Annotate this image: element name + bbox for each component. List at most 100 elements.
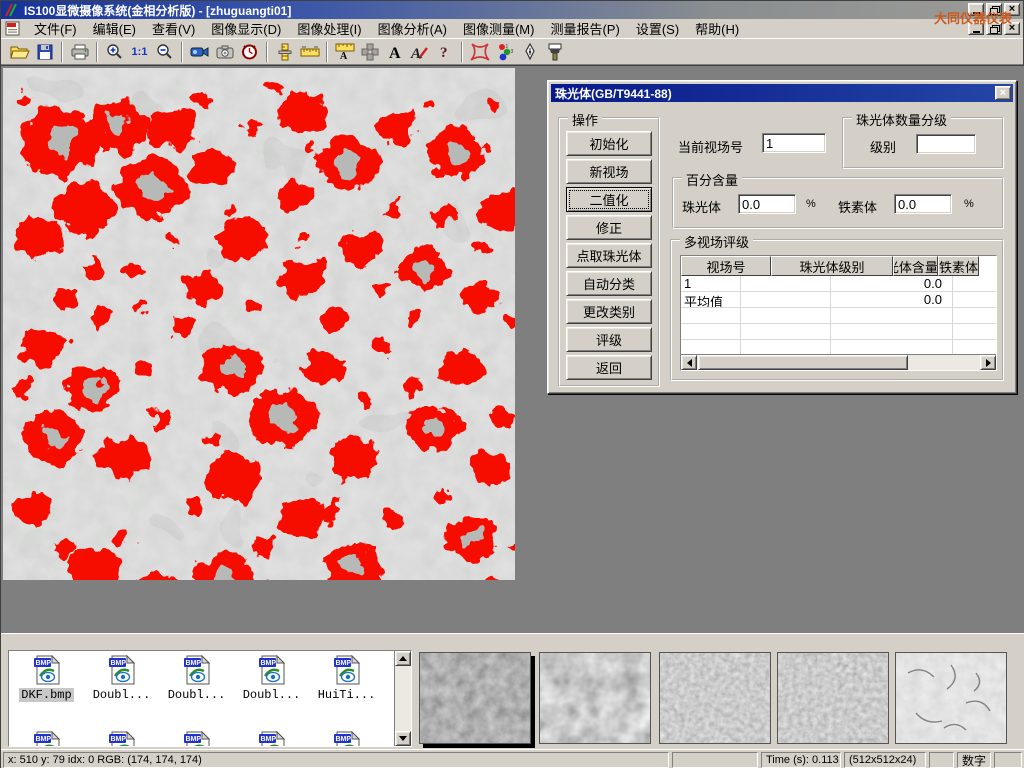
menu-bar: 文件(F)编辑(E)查看(V)图像显示(D)图像处理(I)图像分析(A)图像测量… [1,19,1023,39]
timer-clock-icon[interactable] [237,40,262,64]
thumbnail-2[interactable] [539,652,651,744]
file-item[interactable] [84,731,159,747]
operation-button[interactable]: 点取珠光体 [566,243,652,268]
caliper-icon[interactable] [272,40,297,64]
table-row[interactable] [681,324,996,340]
file-item[interactable] [9,731,84,747]
scroll-up-icon[interactable] [395,651,411,666]
text-tool-icon[interactable]: A [382,40,407,64]
ruler-icon[interactable] [297,40,322,64]
menu-item[interactable]: 查看(V) [144,17,203,40]
bmp-file-icon [34,655,60,686]
ferrite-percent-input[interactable] [894,194,952,214]
file-label: Doubl... [241,688,303,702]
current-view-label: 当前视场号 [678,137,743,156]
percent-group-label: 百分含量 [682,170,742,189]
file-item[interactable]: DKF.bmp [9,655,84,702]
grade-label: 级别 [870,137,896,156]
measure-text-icon[interactable]: A [332,40,357,64]
operation-button[interactable]: 新视场 [566,159,652,184]
file-vscrollbar[interactable] [394,651,411,746]
file-label: HuiTi... [316,688,378,702]
table-header: 视场号珠光体级别珠光体含量(%)铁素体 [681,256,996,276]
pearlite-label: 珠光体 [682,197,721,216]
micrograph-image[interactable] [3,68,515,580]
multiview-group-label: 多视场评级 [680,232,753,251]
status-image-size: (512x512x24) [844,752,926,768]
merge-grid-icon[interactable] [357,40,382,64]
toolbar-separator [266,42,268,62]
menu-item[interactable]: 设置(S) [628,17,687,40]
dialog-title-bar[interactable]: 珠光体(GB/T9441-88) × [551,84,1013,102]
document-icon[interactable] [5,21,21,36]
svg-text:A: A [389,45,401,60]
file-item[interactable]: Doubl... [159,655,234,702]
thumbnail-5[interactable] [895,652,1007,744]
save-icon[interactable] [32,40,57,64]
file-item[interactable] [159,731,234,747]
file-item[interactable]: Doubl... [84,655,159,702]
operation-button[interactable]: 初始化 [566,131,652,156]
menu-item[interactable]: 文件(F) [26,17,85,40]
operation-button[interactable]: 修正 [566,215,652,240]
grade-input[interactable] [916,134,976,154]
status-time: Time (s): 0.113 [761,752,841,768]
menu-item[interactable]: 帮助(H) [687,17,747,40]
open-file-icon[interactable] [7,40,32,64]
status-bar: x: 510 y: 79 idx: 0 RGB: (174, 174, 174)… [1,749,1024,768]
zoom-in-icon[interactable] [102,40,127,64]
current-view-input[interactable] [762,133,826,153]
file-item[interactable]: HuiTi... [309,655,384,702]
operation-button[interactable]: 更改类别 [566,299,652,324]
operation-button[interactable]: 评级 [566,327,652,352]
hscroll-thumb[interactable] [698,355,908,370]
dialog-close-icon[interactable]: × [995,86,1011,100]
pen-tool-icon[interactable] [517,40,542,64]
menu-item[interactable]: 编辑(E) [85,17,144,40]
file-item[interactable] [234,731,309,747]
menu-item[interactable]: 图像测量(M) [455,17,543,40]
thumbnail-4[interactable] [777,652,889,744]
print-icon[interactable] [67,40,92,64]
file-item[interactable] [309,731,384,747]
classify-points-icon[interactable]: 13 [492,40,517,64]
camera-icon[interactable] [212,40,237,64]
table-row[interactable] [681,340,996,354]
table-row[interactable] [681,308,996,324]
table-hscrollbar[interactable] [681,354,996,370]
pearlite-percent-sign: % [806,198,816,210]
grade-group-label: 珠光体数量分级 [852,110,951,129]
toolbar-separator [181,42,183,62]
edit-annotation-icon[interactable]: A [407,40,432,64]
menu-item[interactable]: 图像处理(I) [289,17,369,40]
scroll-right-icon[interactable] [980,355,996,370]
bottom-panel: DKF.bmp Doubl... Doubl... Doubl. [1,633,1024,749]
zoom-out-icon[interactable] [152,40,177,64]
scroll-down-icon[interactable] [395,731,411,746]
cut-curve-icon[interactable] [467,40,492,64]
actual-size-icon[interactable]: 1:1 [127,40,152,64]
operation-button[interactable]: 自动分类 [566,271,652,296]
menu-item[interactable]: 图像显示(D) [203,17,289,40]
file-item[interactable]: Doubl... [234,655,309,702]
svg-text:A: A [340,51,348,60]
file-label: DKF.bmp [19,688,73,702]
video-camera-icon[interactable] [187,40,212,64]
table-row[interactable]: 1 0.0 [681,276,996,292]
app-window: IS100显微摄像系统(金相分析版) - [zhuguangti01] × 大同… [0,0,1024,768]
toolbar-separator [461,42,463,62]
thumbnail-3[interactable] [659,652,771,744]
bmp-file-icon [259,655,285,686]
brush-tool-icon[interactable] [542,40,567,64]
operation-button[interactable]: 二值化 [566,187,652,212]
operation-button[interactable]: 返回 [566,355,652,380]
pearlite-percent-input[interactable] [738,194,796,214]
thumbnail-1[interactable] [419,652,531,744]
menu-items: 文件(F)编辑(E)查看(V)图像显示(D)图像处理(I)图像分析(A)图像测量… [26,17,747,40]
menu-item[interactable]: 图像分析(A) [370,17,455,40]
menu-item[interactable]: 测量报告(P) [542,17,627,40]
bmp-file-icon [109,655,135,686]
scroll-left-icon[interactable] [681,355,697,370]
help-icon[interactable]: ? [432,40,457,64]
table-row[interactable]: 平均值 0.0 [681,292,996,308]
